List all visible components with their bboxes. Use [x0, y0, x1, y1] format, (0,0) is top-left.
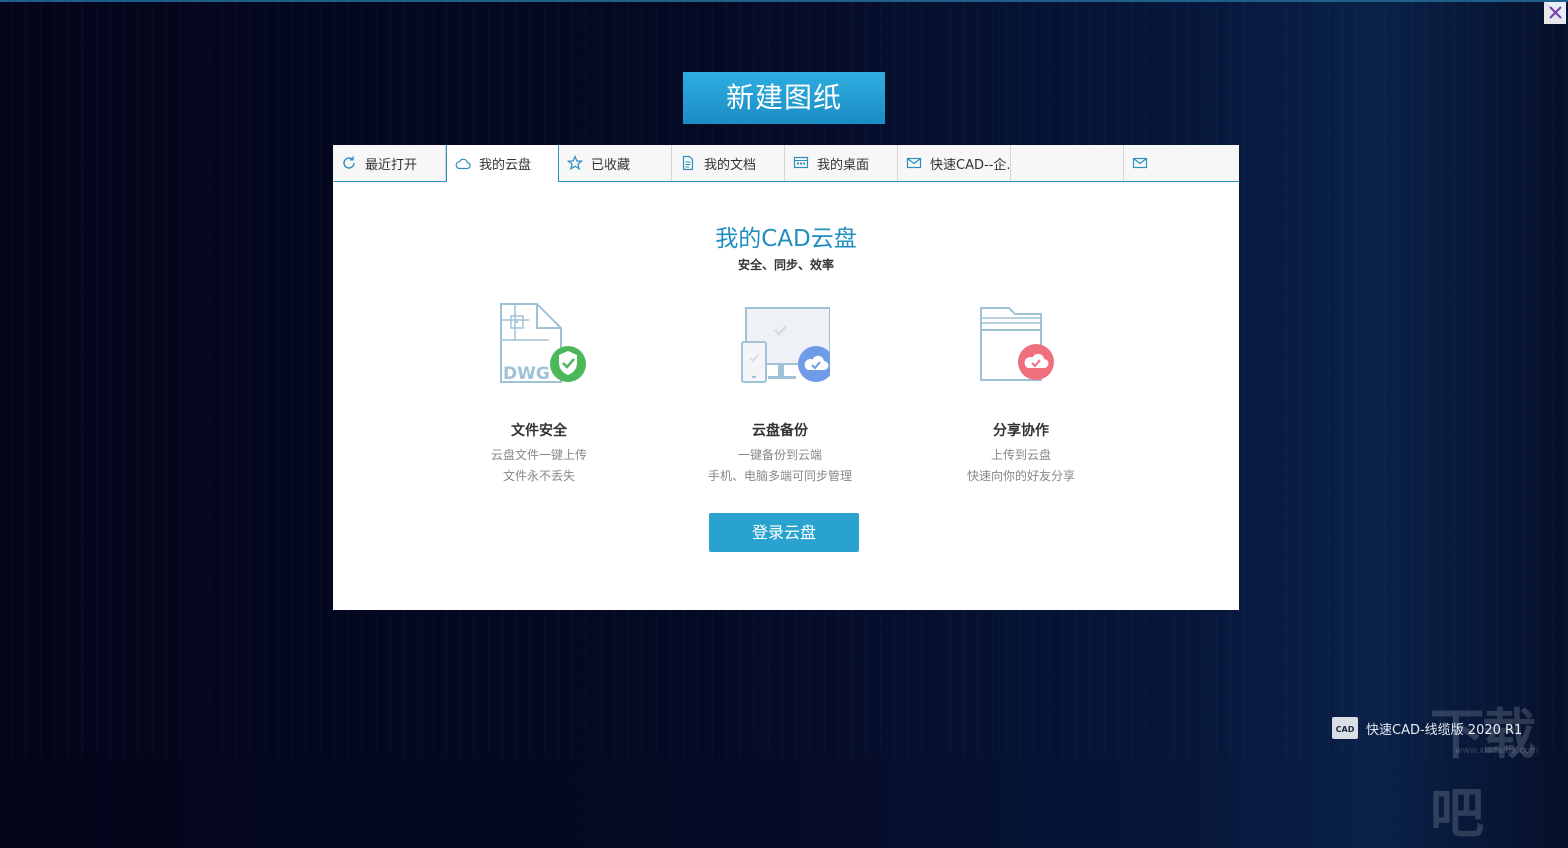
window-top-border [0, 0, 1568, 2]
tab-my-desktop[interactable]: 我的桌面 [785, 145, 898, 181]
mail-icon [1132, 157, 1148, 169]
tab-recent[interactable]: 最近打开 [333, 145, 446, 181]
feature-file-security: DWG 文件安全 云盘文件一键上传 文件永不丢失 [439, 300, 639, 484]
cloud-subtitle: 安全、同步、效率 [737, 258, 834, 272]
feature-desc-line1: 一键备份到云端 [737, 448, 822, 462]
feature-desc-line2: 手机、电脑多端可同步管理 [707, 469, 852, 483]
login-cloud-button[interactable]: 登录云盘 [709, 513, 859, 552]
shared-folder-icon [980, 307, 1054, 381]
cloud-title: 我的CAD云盘 [715, 226, 857, 252]
file-browser-panel: 最近打开 我的云盘 已收藏 我的文档 我的桌面 快速CAD--企... 我的CA… [333, 145, 1239, 610]
feature-desc-line2: 快速向你的好友分享 [966, 469, 1075, 483]
dwg-file-shield-icon: DWG [500, 303, 586, 384]
cad-logo-icon: CAD [1332, 717, 1358, 739]
star-icon [567, 155, 583, 171]
tab-fast-cad-enterprise[interactable]: 快速CAD--企... [898, 145, 1011, 181]
mail-icon [906, 157, 922, 169]
feature-title: 分享协作 [993, 423, 1049, 439]
tab-bar: 最近打开 我的云盘 已收藏 我的文档 我的桌面 快速CAD--企... [333, 145, 1239, 182]
tab-label: 已收藏 [591, 157, 631, 173]
logo-text: CAD [1336, 725, 1355, 734]
cloud-icon [455, 158, 471, 169]
watermark-url: www.xiazaiba.com [1455, 746, 1539, 756]
tab-label: 我的桌面 [817, 157, 870, 173]
feature-share-collaboration: 分享协作 上传到云盘 快速向你的好友分享 [921, 300, 1121, 484]
tab-label: 我的文档 [704, 157, 757, 173]
tab-empty[interactable] [1011, 145, 1124, 181]
refresh-icon [343, 156, 355, 169]
feature-cloud-backup: 云盘备份 一键备份到云端 手机、电脑多端可同步管理 [680, 300, 880, 484]
document-icon [682, 155, 694, 171]
new-drawing-button[interactable]: 新建图纸 [683, 72, 885, 124]
tab-my-cloud[interactable]: 我的云盘 [446, 145, 559, 182]
feature-title: 云盘备份 [752, 423, 808, 439]
tab-my-documents[interactable]: 我的文档 [672, 145, 785, 181]
close-corner-icon[interactable] [1544, 2, 1566, 24]
feature-title: 文件安全 [511, 423, 567, 439]
feature-desc-line1: 云盘文件一键上传 [490, 448, 587, 462]
tab-favorites[interactable]: 已收藏 [559, 145, 672, 181]
tab-mail[interactable] [1124, 145, 1239, 181]
devices-cloud-sync-icon [741, 307, 830, 383]
tab-label: 最近打开 [365, 157, 418, 173]
feature-desc-line1: 上传到云盘 [990, 448, 1051, 462]
feature-desc-line2: 文件永不丢失 [502, 469, 575, 483]
dwg-label: DWG [503, 364, 550, 384]
tab-label: 我的云盘 [479, 158, 532, 173]
watermark: 下载吧 [1430, 703, 1536, 845]
desktop-icon [793, 156, 809, 169]
tab-label: 快速CAD--企... [930, 157, 1011, 173]
